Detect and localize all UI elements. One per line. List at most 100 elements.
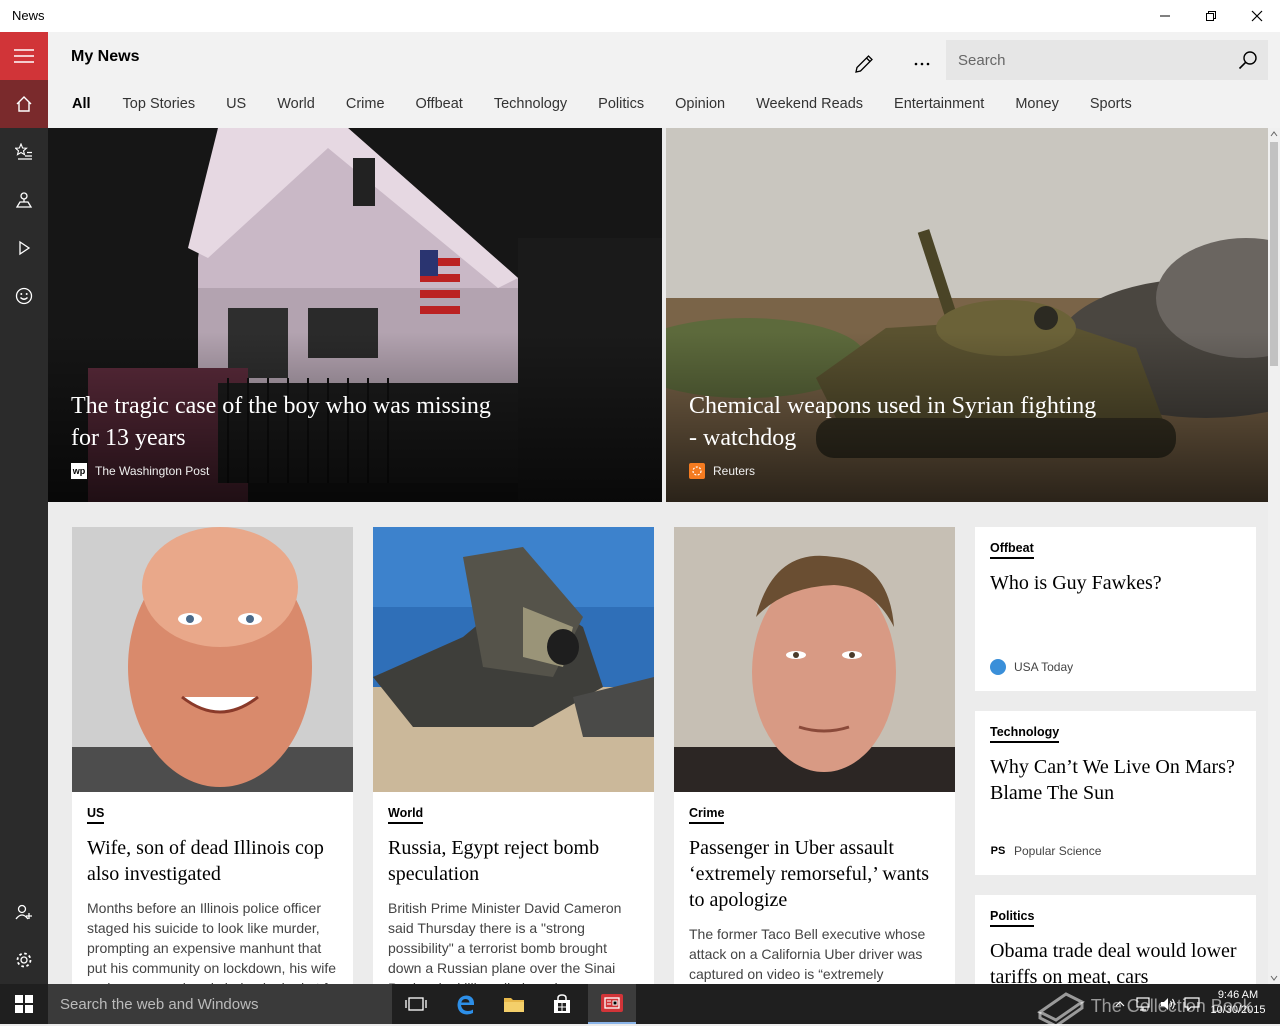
story-category: World xyxy=(388,806,424,824)
tab-world[interactable]: World xyxy=(277,96,315,118)
reuters-logo-icon xyxy=(689,463,705,479)
scroll-down-icon xyxy=(1270,975,1278,981)
story-title: Obama trade deal would lower tariffs on … xyxy=(990,940,1237,984)
star-list-icon xyxy=(15,143,32,160)
story-source: USA Today xyxy=(990,659,1073,675)
story-image-mugshot xyxy=(674,527,955,792)
hero-source-name: Reuters xyxy=(713,464,756,478)
tab-all[interactable]: All xyxy=(72,96,91,118)
tab-us[interactable]: US xyxy=(226,96,246,118)
nav-rail xyxy=(0,32,48,984)
story-image-wreckage xyxy=(373,527,654,792)
nav-local[interactable] xyxy=(0,176,48,224)
tab-politics[interactable]: Politics xyxy=(598,96,644,118)
smiley-icon xyxy=(15,287,33,305)
story-title: Wife, son of dead Illinois cop also inve… xyxy=(87,837,324,885)
search-icon xyxy=(1238,51,1257,70)
hero-source: Reuters xyxy=(689,463,755,479)
washington-post-logo-icon: wp xyxy=(71,463,87,479)
windows-logo-icon xyxy=(15,995,33,1013)
window-title: News xyxy=(12,8,45,23)
side-story-3[interactable]: Politics Obama trade deal would lower ta… xyxy=(975,895,1256,984)
side-story-2[interactable]: Technology Why Can’t We Live On Mars? Bl… xyxy=(975,711,1256,875)
story-card-1[interactable]: US Wife, son of dead Illinois cop also i… xyxy=(72,527,353,984)
news-taskbar-button[interactable] xyxy=(588,984,636,1024)
story-source-name: USA Today xyxy=(1014,660,1074,674)
edit-button[interactable] xyxy=(840,40,888,88)
tab-crime[interactable]: Crime xyxy=(346,96,385,118)
popular-science-logo-icon: PS xyxy=(990,845,1006,857)
taskbar-search-input[interactable] xyxy=(48,984,392,1024)
search-input[interactable] xyxy=(946,40,1226,80)
tab-entertainment[interactable]: Entertainment xyxy=(894,96,984,118)
home-icon xyxy=(16,96,32,112)
story-title: Russia, Egypt reject bomb speculation xyxy=(388,837,600,885)
file-explorer-button[interactable] xyxy=(490,984,538,1024)
nav-interests[interactable] xyxy=(0,128,48,176)
category-tabs: All Top Stories US World Crime Offbeat T… xyxy=(72,96,1163,118)
story-category: Politics xyxy=(990,909,1035,927)
news-feed: The tragic case of the boy who was missi… xyxy=(48,128,1268,984)
story-category: Technology xyxy=(990,725,1060,743)
hero-source-name: The Washington Post xyxy=(95,464,210,478)
feed-scrollbar[interactable] xyxy=(1268,128,1280,984)
gear-icon xyxy=(16,952,32,968)
account-button[interactable] xyxy=(0,888,48,936)
story-card-3[interactable]: Crime Passenger in Uber assault ‘extreme… xyxy=(674,527,955,984)
tab-top-stories[interactable]: Top Stories xyxy=(123,96,196,118)
tab-sports[interactable]: Sports xyxy=(1090,96,1132,118)
restore-button[interactable] xyxy=(1188,0,1234,32)
store-button[interactable] xyxy=(538,984,586,1024)
story-category: Crime xyxy=(689,806,725,824)
hamburger-icon xyxy=(14,49,34,63)
close-button[interactable] xyxy=(1234,0,1280,32)
pencil-icon xyxy=(855,55,873,73)
watermark-text: The Collection Book xyxy=(1090,995,1252,1016)
local-icon xyxy=(15,192,33,208)
watermark: The Collection Book xyxy=(1036,988,1252,1026)
hamburger-button[interactable] xyxy=(0,32,48,80)
app-header: My News All Top Stories US World Crime O… xyxy=(48,32,1280,128)
story-title: Who is Guy Fawkes? xyxy=(990,572,1162,594)
scroll-up-icon xyxy=(1270,131,1278,137)
side-story-1[interactable]: Offbeat Who is Guy Fawkes? USA Today xyxy=(975,527,1256,691)
restore-icon xyxy=(1206,11,1216,21)
story-title: Passenger in Uber assault ‘extremely rem… xyxy=(689,837,930,911)
scrollbar-thumb[interactable] xyxy=(1270,142,1278,366)
search-button[interactable] xyxy=(1228,40,1268,80)
nav-home[interactable] xyxy=(0,80,48,128)
minimize-icon xyxy=(1160,15,1170,17)
task-view-button[interactable] xyxy=(392,984,440,1024)
story-title: Why Can’t We Live On Mars? Blame The Sun xyxy=(990,756,1235,804)
tab-technology[interactable]: Technology xyxy=(494,96,567,118)
play-icon xyxy=(19,240,31,256)
story-card-2[interactable]: World Russia, Egypt reject bomb speculat… xyxy=(373,527,654,984)
page-title: My News xyxy=(71,48,140,65)
minimize-button[interactable] xyxy=(1142,0,1188,32)
nav-videos[interactable] xyxy=(0,224,48,272)
tab-offbeat[interactable]: Offbeat xyxy=(416,96,463,118)
start-button[interactable] xyxy=(0,984,48,1024)
news-app-icon xyxy=(601,994,623,1012)
story-summary: British Prime Minister David Cameron sai… xyxy=(388,900,622,984)
edge-taskbar-button[interactable] xyxy=(442,984,490,1024)
taskbar-search xyxy=(48,984,392,1024)
more-button[interactable] xyxy=(898,40,946,88)
edge-icon xyxy=(457,995,475,1015)
hero-story-1[interactable]: The tragic case of the boy who was missi… xyxy=(48,128,662,502)
hero-title: Chemical weapons used in Syrian fighting… xyxy=(689,393,1097,451)
hero-story-2[interactable]: Chemical weapons used in Syrian fighting… xyxy=(666,128,1268,502)
close-icon xyxy=(1251,10,1263,22)
story-image-portrait xyxy=(72,527,353,792)
task-view-icon xyxy=(405,997,427,1011)
tab-weekend-reads[interactable]: Weekend Reads xyxy=(756,96,863,118)
tab-opinion[interactable]: Opinion xyxy=(675,96,725,118)
nav-feedback[interactable] xyxy=(0,272,48,320)
story-summary: Months before an Illinois police officer… xyxy=(87,900,340,984)
tab-money[interactable]: Money xyxy=(1015,96,1059,118)
settings-button[interactable] xyxy=(0,936,48,984)
story-source: PS Popular Science xyxy=(990,843,1102,859)
title-bar: News xyxy=(0,0,1280,32)
more-icon xyxy=(914,62,930,66)
hero-source: wp The Washington Post xyxy=(71,463,209,479)
